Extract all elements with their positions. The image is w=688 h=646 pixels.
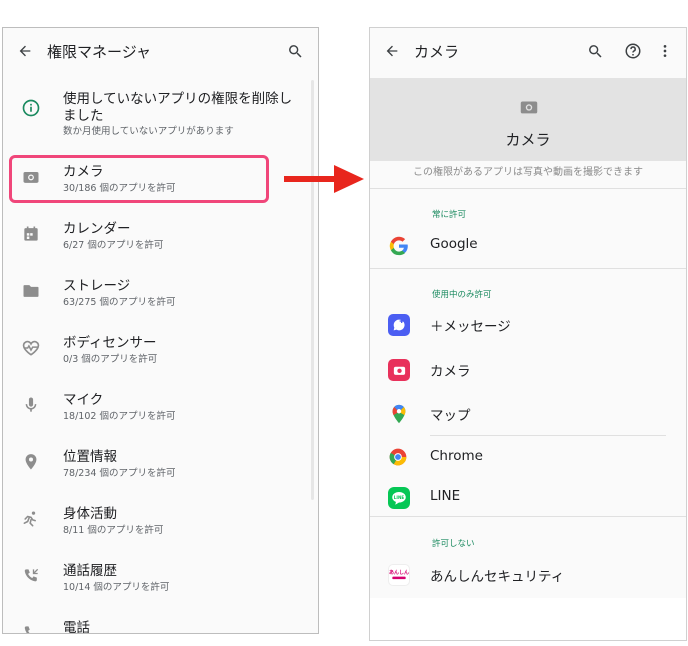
permission-row-body-sensor[interactable]: ボディセンサー 0/3 個のアプリを許可 [3, 329, 309, 375]
section-label-always: 常に許可 [432, 210, 467, 220]
app-name: Chrome [430, 448, 483, 464]
permission-name: カメラ [505, 131, 551, 149]
app-row-google[interactable]: Google [370, 226, 686, 266]
divider [370, 268, 686, 269]
page-title: 権限マネージャ [47, 42, 151, 61]
app-name: LINE [430, 488, 461, 504]
permission-header: カメラ [370, 78, 686, 161]
row-title: 身体活動 [63, 506, 117, 522]
row-subtitle: 78/234 個のアプリを許可 [63, 468, 176, 479]
search-icon [288, 44, 302, 58]
app-bar: 権限マネージャ [3, 28, 318, 74]
app-row-anshin-security[interactable]: あんしん あんしんセキュリティ [370, 555, 686, 595]
permission-description: この権限があるアプリは写真や動画を撮影できます [413, 167, 643, 178]
activity-icon [21, 509, 41, 529]
row-title-line2: ました [63, 108, 104, 124]
section-label-denied: 許可しない [432, 539, 475, 549]
chrome-icon [388, 447, 410, 469]
search-icon [588, 44, 602, 58]
maps-icon [388, 403, 410, 425]
permission-row-physical-activity[interactable]: 身体活動 8/11 個のアプリを許可 [3, 500, 309, 546]
row-title: ボディセンサー [63, 335, 157, 351]
divider [370, 188, 686, 189]
app-name: Google [430, 236, 478, 252]
app-row-camera[interactable]: カメラ [370, 350, 686, 390]
search-button[interactable] [580, 28, 610, 74]
row-subtitle: 10/14 個のアプリを許可 [63, 582, 170, 593]
google-icon [388, 235, 410, 257]
back-button[interactable] [370, 28, 414, 74]
svg-text:LINE: LINE [394, 495, 405, 500]
camera-row-highlight [9, 155, 269, 203]
red-arrow-icon [284, 165, 364, 193]
permission-row-location[interactable]: 位置情報 78/234 個のアプリを許可 [3, 443, 309, 489]
row-subtitle: 18/102 個のアプリを許可 [63, 411, 176, 422]
back-button[interactable] [3, 28, 47, 74]
arrow-back-icon [386, 45, 398, 57]
permission-manager-screen: 権限マネージャ 使用していないアプリの権限を削除し ました 数か月使用していない… [2, 27, 319, 634]
row-title: 電話 [63, 620, 90, 634]
bottom-blank-area [370, 598, 686, 640]
app-name: マップ [430, 408, 471, 424]
row-subtitle: 63/275 個のアプリを許可 [63, 297, 176, 308]
app-name: ＋メッセージ [430, 319, 511, 335]
row-subtitle: 8/11 個のアプリを許可 [63, 525, 164, 536]
call-log-icon [21, 566, 41, 586]
divider [430, 435, 666, 436]
row-title: 通話履歴 [63, 563, 117, 579]
row-subtitle: 数か月使用していないアプリがあります [63, 126, 234, 137]
row-subtitle: 0/3 個のアプリを許可 [63, 354, 158, 365]
camera-app-icon [388, 359, 410, 381]
permission-row-phone[interactable]: 電話 [3, 614, 309, 634]
app-row-plus-message[interactable]: ＋メッセージ [370, 305, 686, 345]
permission-row-unused-apps[interactable]: 使用していないアプリの権限を削除し ました 数か月使用していないアプリがあります [3, 84, 309, 138]
section-label-while-using: 使用中のみ許可 [432, 290, 492, 300]
anshin-security-icon: あんしん [388, 564, 410, 586]
camera-icon [518, 96, 540, 118]
camera-permission-screen: カメラ カメラ この権限があるアプリは写真や動画を撮影できます 常に許可 Goo… [369, 27, 687, 641]
calendar-icon [21, 224, 41, 244]
folder-icon [21, 281, 41, 301]
help-button[interactable] [618, 28, 648, 74]
app-row-maps[interactable]: マップ [370, 394, 686, 434]
app-row-line[interactable]: LINE LINE [370, 478, 686, 518]
app-row-chrome[interactable]: Chrome [370, 438, 686, 478]
info-icon [21, 98, 41, 118]
row-title: マイク [63, 392, 104, 408]
app-name: カメラ [430, 364, 471, 380]
row-subtitle: 6/27 個のアプリを許可 [63, 240, 164, 251]
plus-message-icon [388, 314, 410, 336]
svg-text:あんしん: あんしん [389, 569, 409, 576]
app-name: あんしんセキュリティ [430, 569, 565, 585]
row-title: 位置情報 [63, 449, 117, 465]
row-title: カレンダー [63, 221, 131, 237]
help-icon [625, 43, 641, 59]
more-options-button[interactable] [650, 28, 680, 74]
divider [370, 516, 686, 517]
search-button[interactable] [280, 28, 310, 74]
app-bar: カメラ [370, 28, 686, 74]
line-icon: LINE [388, 487, 410, 509]
phone-icon [21, 623, 41, 633]
permission-row-microphone[interactable]: マイク 18/102 個のアプリを許可 [3, 386, 309, 432]
scrollbar[interactable] [311, 80, 314, 500]
location-icon [21, 452, 41, 472]
heart-pulse-icon [21, 338, 41, 358]
microphone-icon [21, 395, 41, 415]
page-title: カメラ [414, 42, 460, 61]
permission-row-storage[interactable]: ストレージ 63/275 個のアプリを許可 [3, 272, 309, 318]
permission-row-call-log[interactable]: 通話履歴 10/14 個のアプリを許可 [3, 557, 309, 603]
row-title: ストレージ [63, 278, 131, 294]
arrow-back-icon [19, 45, 31, 57]
permission-row-calendar[interactable]: カレンダー 6/27 個のアプリを許可 [3, 215, 309, 261]
more-vert-icon [663, 45, 667, 57]
